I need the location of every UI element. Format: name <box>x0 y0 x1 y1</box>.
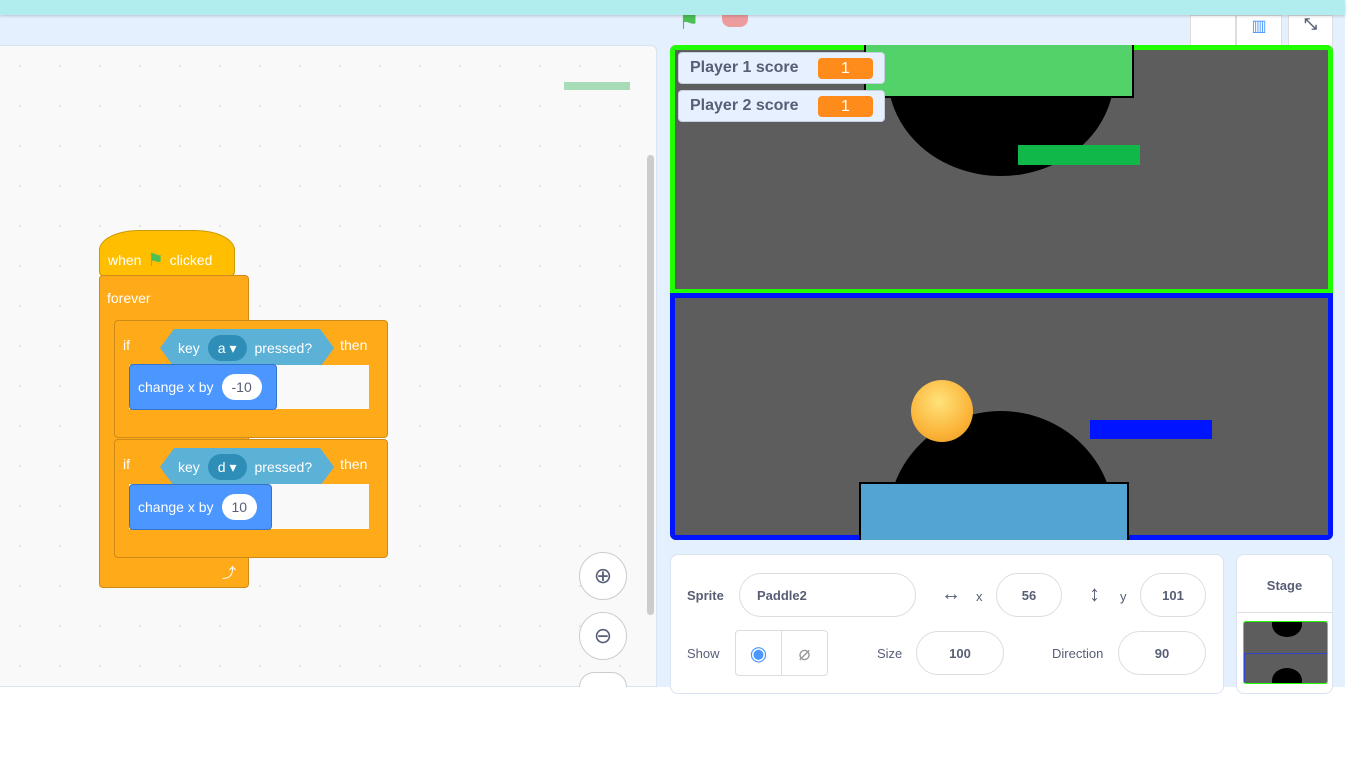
key-dropdown[interactable]: d ▾ <box>208 454 247 480</box>
x-input[interactable]: 56 <box>996 573 1062 617</box>
sprite-info-panel: Sprite Paddle2 ↔ x 56 ↕ y 101 Show ◉ ⌀ S… <box>670 554 1224 694</box>
block-text: key <box>178 340 200 356</box>
player2-score-monitor: Player 2 score 1 <box>678 90 885 122</box>
horizontal-scrollbar[interactable] <box>564 82 630 90</box>
x-label: x <box>976 589 983 604</box>
y-input[interactable]: 101 <box>1140 573 1206 617</box>
vertical-scrollbar[interactable] <box>647 155 654 615</box>
green-flag-icon: ⚑ <box>147 249 164 270</box>
stage-thumbnail[interactable] <box>1243 621 1328 684</box>
block-text: forever <box>107 290 151 306</box>
paddle2-sprite[interactable] <box>859 482 1129 540</box>
paddle-blue-small[interactable] <box>1090 420 1212 439</box>
y-arrows-icon: ↕ <box>1089 581 1100 606</box>
size-input[interactable]: 100 <box>916 631 1004 675</box>
top-bar <box>0 0 1345 15</box>
block-text: change x by <box>138 379 214 395</box>
sprite-name-input[interactable]: Paddle2 <box>739 573 916 617</box>
sprite-label: Sprite <box>687 588 724 603</box>
key-pressed-block[interactable]: key d ▾ pressed? <box>160 448 334 486</box>
key-dropdown[interactable]: a ▾ <box>208 335 247 361</box>
change-x-block[interactable]: change x by 10 <box>129 484 272 530</box>
block-text: if <box>123 456 130 472</box>
y-label: y <box>1120 589 1127 604</box>
block-text: key <box>178 459 200 475</box>
block-text: then <box>340 337 368 353</box>
stage-title: Stage <box>1237 555 1332 613</box>
direction-label: Direction <box>1052 646 1104 661</box>
change-x-input[interactable]: 10 <box>221 494 258 520</box>
when-flag-clicked-block[interactable]: when ⚑ clicked <box>99 230 235 276</box>
player1-score-monitor: Player 1 score 1 <box>678 52 885 84</box>
key-pressed-block[interactable]: key a ▾ pressed? <box>160 329 334 367</box>
block-text: when <box>108 252 142 268</box>
change-x-block[interactable]: change x by -10 <box>129 364 277 410</box>
zoom-reset-button[interactable] <box>579 672 627 687</box>
block-text: pressed? <box>254 340 313 356</box>
paddle1-sprite[interactable] <box>864 45 1134 98</box>
show-label: Show <box>687 646 720 661</box>
zoom-out-button[interactable]: ⊖ <box>579 612 627 660</box>
change-x-input[interactable]: -10 <box>221 374 262 400</box>
show-hidden-button[interactable]: ⌀ <box>781 630 828 676</box>
size-label: Size <box>877 646 903 661</box>
stage-selector[interactable]: Stage <box>1236 554 1333 694</box>
block-text: pressed? <box>254 459 313 475</box>
x-arrows-icon: ↔ <box>941 583 961 605</box>
zoom-in-button[interactable]: ⊕ <box>579 552 627 600</box>
ball-sprite[interactable] <box>911 380 973 442</box>
direction-input[interactable]: 90 <box>1118 631 1206 675</box>
block-text: then <box>340 456 368 472</box>
block-text: if <box>123 337 130 353</box>
show-visible-button[interactable]: ◉ <box>735 630 782 676</box>
loop-arrow-icon: ⤴ <box>222 565 236 581</box>
paddle-green-small[interactable] <box>1018 145 1140 165</box>
block-text: clicked <box>169 252 213 268</box>
block-text: change x by <box>138 499 214 515</box>
